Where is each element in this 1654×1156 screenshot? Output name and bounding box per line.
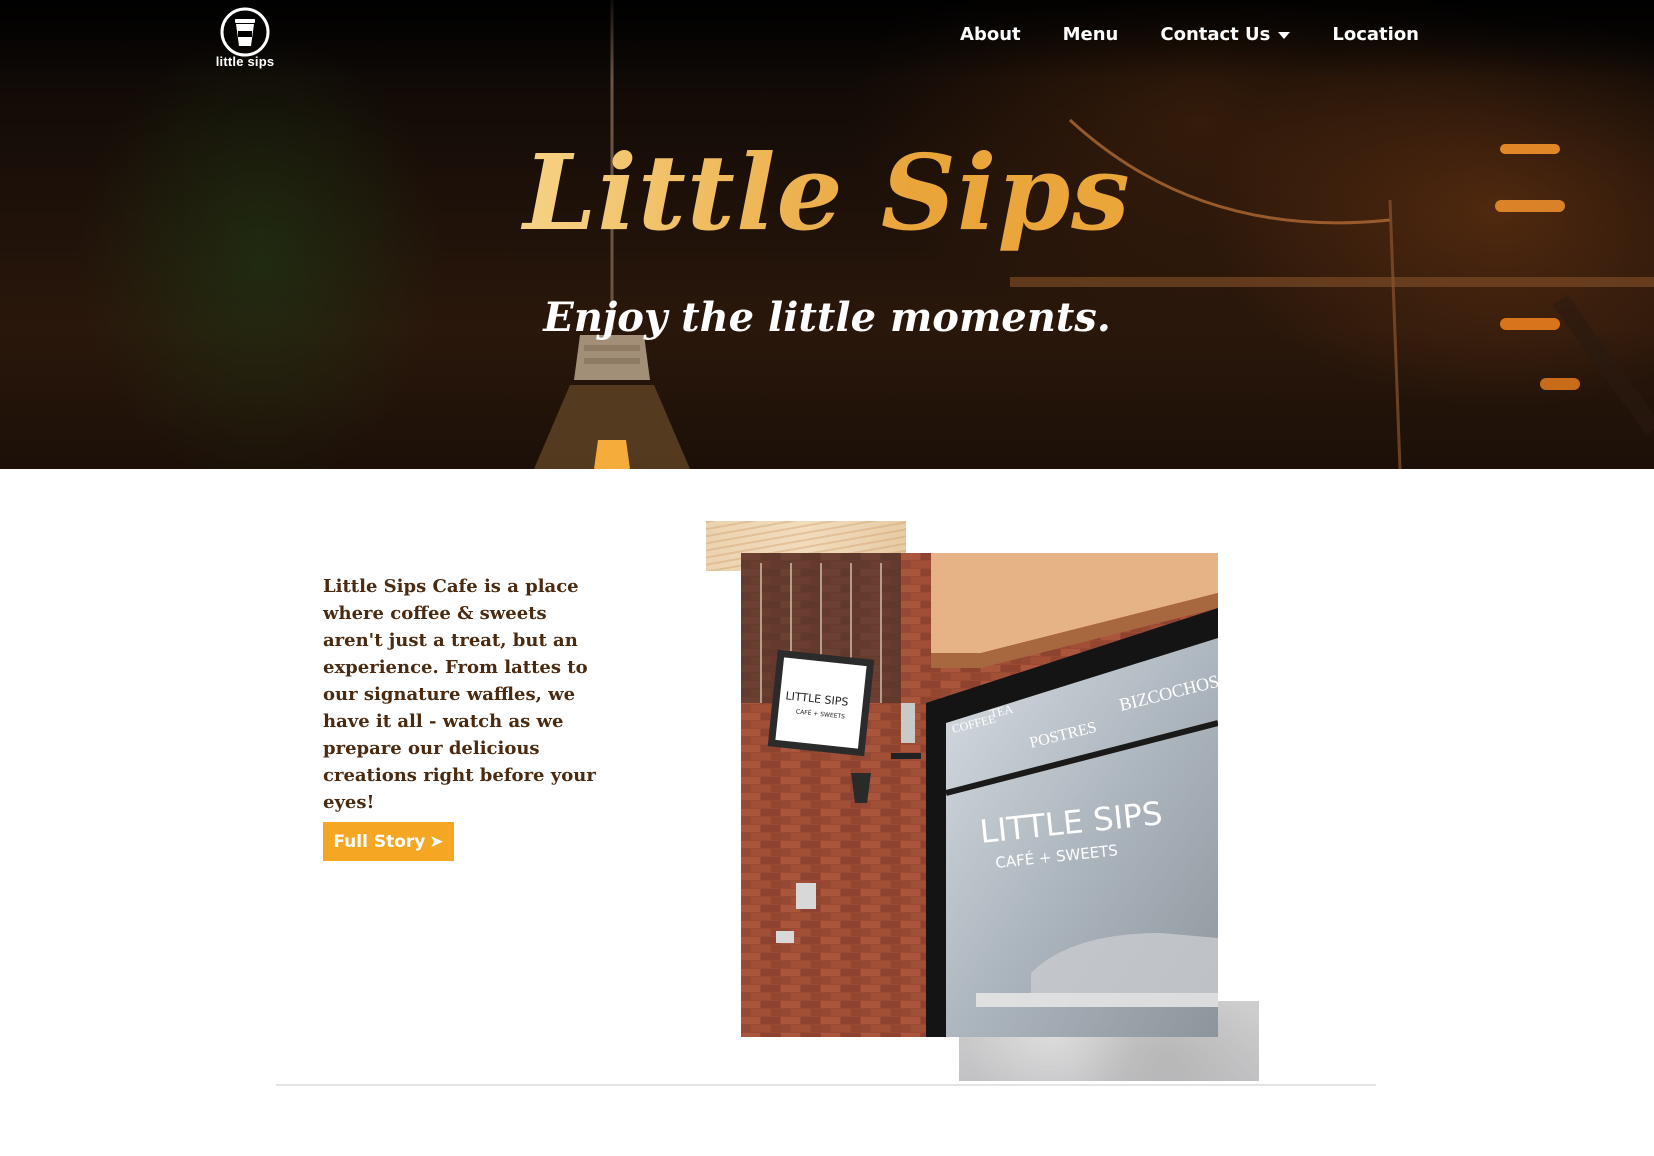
- nav-item-label: Location: [1332, 24, 1419, 45]
- hero-tagline: Enjoy the little moments.: [543, 294, 1111, 341]
- nav-item-label: About: [960, 24, 1021, 45]
- nav-item-label: Menu: [1062, 24, 1119, 45]
- nav-item-label: Contact Us: [1160, 24, 1271, 45]
- hero-banner: little sips About Menu Contact Us Locati…: [0, 0, 1654, 469]
- logo-text: little sips: [215, 54, 275, 69]
- nav-item-about[interactable]: About: [960, 24, 1021, 45]
- full-story-button[interactable]: Full Story ➤: [323, 822, 454, 861]
- caret-down-icon: [1278, 32, 1291, 39]
- nav-item-menu[interactable]: Menu: [1063, 24, 1119, 45]
- section-divider: [276, 1084, 1376, 1086]
- storefront-illustration: COFFEE TEA POSTRES BIZCOCHOS LITTLE SIPS…: [741, 553, 1218, 1037]
- hero-title: Little Sips: [0, 128, 1654, 258]
- arrow-right-icon: ➤: [429, 831, 444, 852]
- main-nav: About Menu Contact Us Location: [960, 24, 1419, 45]
- storefront-photo: COFFEE TEA POSTRES BIZCOCHOS LITTLE SIPS…: [741, 553, 1218, 1037]
- nav-item-contact-us[interactable]: Contact Us: [1160, 24, 1291, 45]
- full-story-button-label: Full Story: [333, 831, 426, 852]
- coffee-cup-icon: [220, 7, 270, 57]
- about-description: Little Sips Cafe is a place where coffee…: [323, 576, 596, 813]
- site-logo[interactable]: little sips: [210, 6, 280, 72]
- nav-item-location[interactable]: Location: [1332, 24, 1419, 45]
